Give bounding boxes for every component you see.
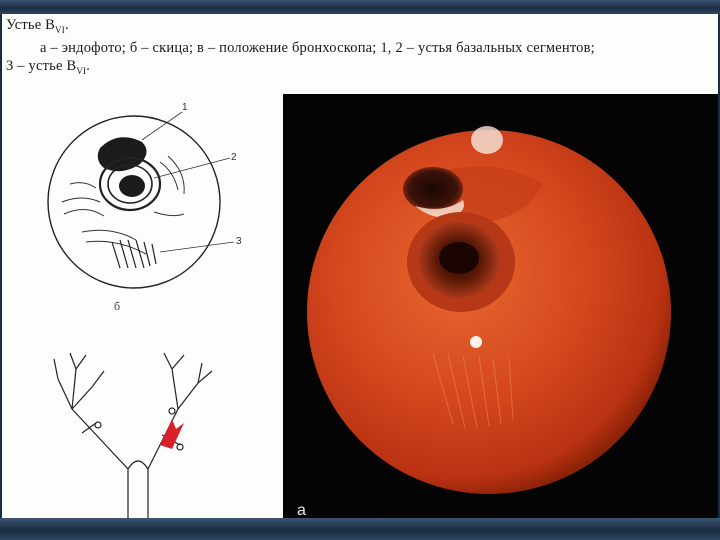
- callout-3: 3: [236, 236, 242, 247]
- endoscopic-image: [307, 126, 671, 494]
- caption-legend-line: а – эндофото; б – скица; в – положение б…: [40, 39, 595, 56]
- caption-title-line: Устье ВVI.: [6, 17, 69, 35]
- slide-page: Устье ВVI. а – эндофото; б – скица; в – …: [2, 14, 718, 518]
- caption-line3-text: 3 – устье В: [6, 57, 77, 74]
- figure-caption: Устье ВVI. а – эндофото; б – скица; в – …: [6, 16, 714, 80]
- caption-title: Устье В: [6, 17, 56, 33]
- endoscopic-photo: а: [283, 94, 718, 518]
- window-frame-bottom: [0, 518, 720, 540]
- sketch-label: б: [114, 299, 121, 313]
- caption-title-subscript: VI: [55, 24, 65, 35]
- callout-2: 2: [231, 152, 237, 163]
- caption-legend-line-2: 3 – устье ВVI.: [6, 57, 91, 76]
- bronchus-sketch: [47, 111, 235, 289]
- callout-1: 1: [182, 102, 188, 113]
- caption-line3-subscript: VI: [76, 65, 87, 76]
- bronchial-tree-diagram: [53, 352, 213, 518]
- photo-label: а: [297, 502, 306, 518]
- window-frame-top: [0, 0, 720, 14]
